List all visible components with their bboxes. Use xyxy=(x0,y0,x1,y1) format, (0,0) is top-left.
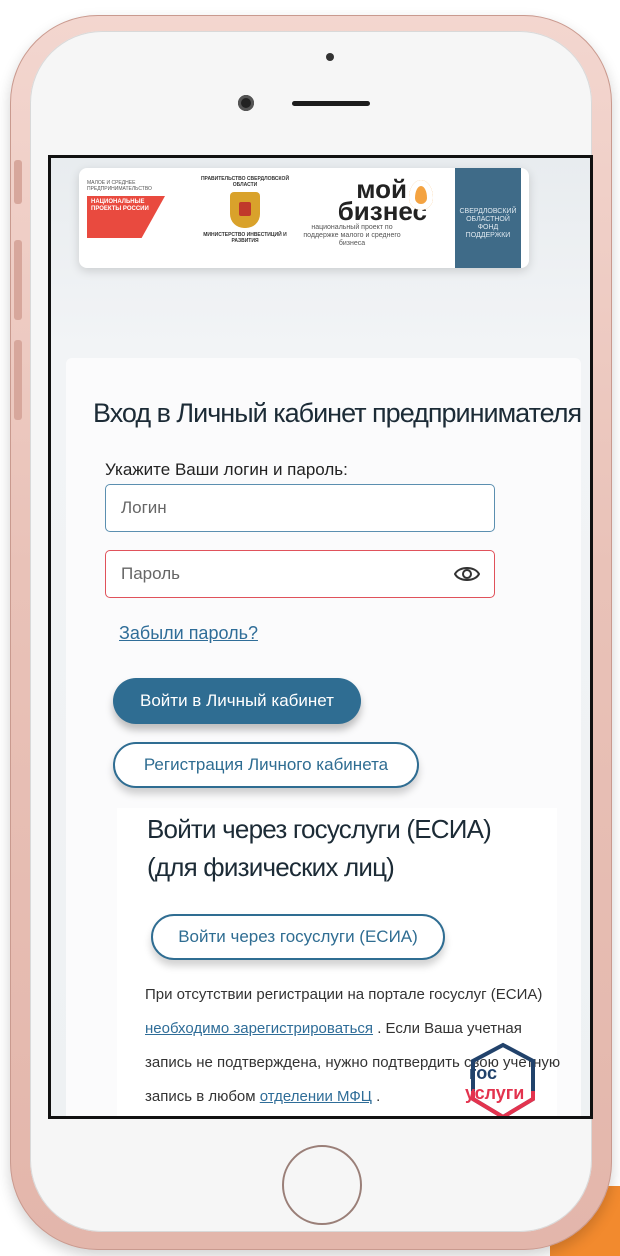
phone-camera xyxy=(238,95,254,111)
home-button[interactable] xyxy=(282,1145,362,1225)
gov-caption-bottom: МИНИСТЕРСТВО ИНВЕСТИЦИЙ И РАЗВИТИЯ xyxy=(203,232,287,244)
forgot-password-link[interactable]: Забыли пароль? xyxy=(119,623,258,644)
partner-logos: МАЛОЕ И СРЕДНЕЕ ПРЕДПРИНИМАТЕЛЬСТВО НАЦИ… xyxy=(79,168,529,268)
phone-volume-down xyxy=(14,340,22,420)
gosuslugi-logo-top: гос xyxy=(469,1063,498,1083)
phone-volume-up xyxy=(14,240,22,320)
rocket-icon xyxy=(409,180,433,210)
gosuslugi-logo-bottom: услуги xyxy=(465,1083,525,1103)
phone-sensor xyxy=(326,53,334,61)
gosuslugi-title-line2: (для физических лиц) xyxy=(147,852,395,882)
gosuslugi-logo: гос услуги xyxy=(463,1041,543,1116)
mfc-link[interactable]: отделении МФЦ xyxy=(260,1088,372,1105)
np-badge: НАЦИОНАЛЬНЫЕ ПРОЕКТЫ РОССИИ xyxy=(87,196,165,238)
fund-logo: СВЕРДЛОВСКИЙ ОБЛАСТНОЙ ФОНД ПОДДЕРЖКИ xyxy=(455,168,521,268)
national-projects-logo: МАЛОЕ И СРЕДНЕЕ ПРЕДПРИНИМАТЕЛЬСТВО НАЦИ… xyxy=(87,180,195,250)
gov-caption-top: ПРАВИТЕЛЬСТВО СВЕРДЛОВСКОЙ ОБЛАСТИ xyxy=(200,176,290,188)
register-button[interactable]: Регистрация Личного кабинета xyxy=(113,742,419,788)
moy-biznes-logo: мой бизнес национальный проект по поддер… xyxy=(297,176,447,248)
info-text-1: При отсутствии регистрации на портале го… xyxy=(145,986,543,1003)
login-field[interactable]: Логин xyxy=(105,484,495,532)
credentials-hint: Укажите Ваши логин и пароль: xyxy=(105,460,348,479)
info-text-3: . xyxy=(376,1088,381,1105)
government-logo: ПРАВИТЕЛЬСТВО СВЕРДЛОВСКОЙ ОБЛАСТИ МИНИС… xyxy=(199,176,291,244)
mb-subtitle: национальный проект по поддержке малого … xyxy=(303,224,401,247)
phone-speaker xyxy=(292,101,370,106)
phone-mute-switch xyxy=(14,160,22,204)
login-placeholder: Логин xyxy=(121,498,167,517)
gosuslugi-title: Войти через госуслуги (ЕСИА) (для физиче… xyxy=(147,810,492,886)
crest-icon xyxy=(230,192,260,228)
gosuslugi-title-line1: Войти через госуслуги (ЕСИА) xyxy=(147,814,492,844)
page-title: Вход в Личный кабинет предпринимателя xyxy=(93,398,582,428)
eye-icon[interactable] xyxy=(454,563,480,585)
phone-screen: МАЛОЕ И СРЕДНЕЕ ПРЕДПРИНИМАТЕЛЬСТВО НАЦИ… xyxy=(48,155,593,1119)
login-button[interactable]: Войти в Личный кабинет xyxy=(113,678,361,724)
register-gosuslugi-link[interactable]: необходимо зарегистрироваться xyxy=(145,1020,373,1037)
gosuslugi-login-button[interactable]: Войти через госуслуги (ЕСИА) xyxy=(151,914,445,960)
password-field[interactable]: Пароль xyxy=(105,550,495,598)
password-placeholder: Пароль xyxy=(121,564,180,583)
np-caption: МАЛОЕ И СРЕДНЕЕ ПРЕДПРИНИМАТЕЛЬСТВО xyxy=(87,180,152,192)
